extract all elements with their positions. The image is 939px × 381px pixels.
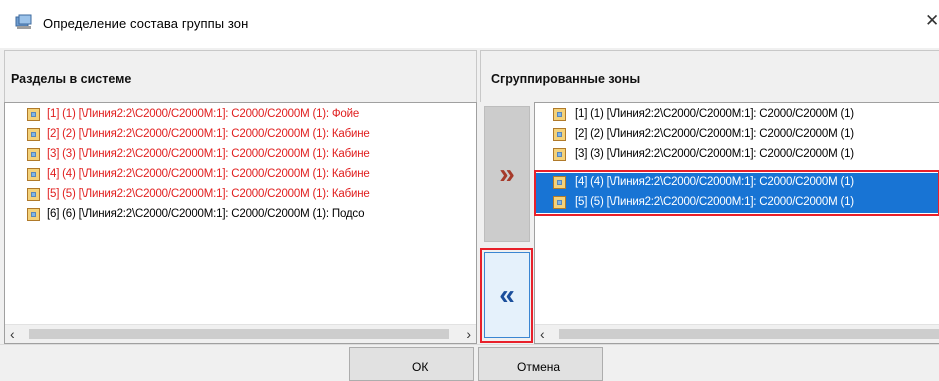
list-item[interactable]: [1] (1) [\Линия2:2\С2000/С2000М:1]: С200…	[5, 105, 476, 125]
list-item-label: [5] (5) [\Линия2:2\С2000/С2000М:1]: С200…	[575, 196, 854, 208]
list-item-label: [1] (1) [\Линия2:2\С2000/С2000М:1]: С200…	[575, 108, 854, 120]
list-item-label: [6] (6) [\Линия2:2\С2000/С2000М:1]: С200…	[47, 208, 365, 220]
ok-button-label: ОК	[412, 360, 429, 374]
list-item[interactable]: [6] (6) [\Линия2:2\С2000/С2000М:1]: С200…	[5, 205, 476, 225]
list-item[interactable]: [3] (3) [\Линия2:2\С2000/С2000М:1]: С200…	[535, 145, 939, 165]
title-bar: Определение состава группы зон ✕	[0, 0, 939, 48]
available-sections-list[interactable]: [1] (1) [\Линия2:2\С2000/С2000М:1]: С200…	[4, 102, 477, 344]
scroll-right-icon[interactable]: ›	[466, 326, 471, 342]
available-sections-header: Разделы в системе	[4, 50, 477, 102]
zone-icon	[553, 196, 566, 209]
list-item-selected[interactable]: [4] (4) [\Линия2:2\С2000/С2000М:1]: С200…	[535, 173, 939, 193]
list-item[interactable]: [2] (2) [\Линия2:2\С2000/С2000М:1]: С200…	[535, 125, 939, 145]
remove-from-group-button[interactable]: «	[484, 252, 530, 338]
cancel-button-label: Отмена	[517, 360, 561, 374]
zone-icon	[27, 148, 40, 161]
list-item[interactable]: [5] (5) [\Линия2:2\С2000/С2000М:1]: С200…	[5, 185, 476, 205]
divider	[0, 344, 939, 345]
list-item[interactable]: [2] (2) [\Линия2:2\С2000/С2000М:1]: С200…	[5, 125, 476, 145]
list-item-label: [4] (4) [\Линия2:2\С2000/С2000М:1]: С200…	[575, 176, 854, 188]
ok-button[interactable]: ОК	[349, 347, 474, 381]
horizontal-scrollbar[interactable]: ‹ ›	[5, 324, 476, 343]
list-item-label: [5] (5) [\Линия2:2\С2000/С2000М:1]: С200…	[47, 188, 370, 200]
list-item-label: [4] (4) [\Линия2:2\С2000/С2000М:1]: С200…	[47, 168, 370, 180]
list-item-label: [1] (1) [\Линия2:2\С2000/С2000М:1]: С200…	[47, 108, 360, 120]
double-chevron-right-icon: »	[499, 158, 515, 189]
list-item-label: [2] (2) [\Линия2:2\С2000/С2000М:1]: С200…	[47, 128, 370, 140]
cancel-button[interactable]: Отмена	[478, 347, 603, 381]
list-item-label: [3] (3) [\Линия2:2\С2000/С2000М:1]: С200…	[575, 148, 854, 160]
zone-icon	[27, 168, 40, 181]
horizontal-scrollbar[interactable]: ‹	[535, 324, 939, 343]
available-sections-title: Разделы в системе	[11, 72, 132, 86]
zone-icon	[553, 148, 566, 161]
zone-icon	[553, 176, 566, 189]
list-item-selected[interactable]: [5] (5) [\Линия2:2\С2000/С2000М:1]: С200…	[535, 193, 939, 213]
add-to-group-button[interactable]: »	[484, 106, 530, 242]
list-item[interactable]: [3] (3) [\Линия2:2\С2000/С2000М:1]: С200…	[5, 145, 476, 165]
double-chevron-left-icon: «	[499, 279, 515, 310]
scroll-left-icon[interactable]: ‹	[540, 326, 545, 342]
grouped-zones-list[interactable]: [1] (1) [\Линия2:2\С2000/С2000М:1]: С200…	[534, 102, 939, 344]
list-item[interactable]: [4] (4) [\Линия2:2\С2000/С2000М:1]: С200…	[5, 165, 476, 185]
list-item-label: [2] (2) [\Линия2:2\С2000/С2000М:1]: С200…	[575, 128, 854, 140]
grouped-zones-header: Сгруппированные зоны	[480, 50, 939, 102]
zone-icon	[27, 208, 40, 221]
list-item-label: [3] (3) [\Линия2:2\С2000/С2000М:1]: С200…	[47, 148, 370, 160]
scroll-left-icon[interactable]: ‹	[10, 326, 15, 342]
grouped-zones-title: Сгруппированные зоны	[491, 72, 641, 86]
scroll-thumb[interactable]	[559, 329, 939, 339]
scroll-thumb[interactable]	[29, 329, 449, 339]
zone-icon	[553, 128, 566, 141]
list-item[interactable]: [1] (1) [\Линия2:2\С2000/С2000М:1]: С200…	[535, 105, 939, 125]
zone-icon	[27, 188, 40, 201]
window-title: Определение состава группы зон	[43, 16, 249, 31]
zone-icon	[27, 108, 40, 121]
zone-icon	[27, 128, 40, 141]
zone-icon	[553, 108, 566, 121]
close-icon[interactable]: ✕	[925, 12, 939, 30]
group-icon	[15, 14, 32, 29]
